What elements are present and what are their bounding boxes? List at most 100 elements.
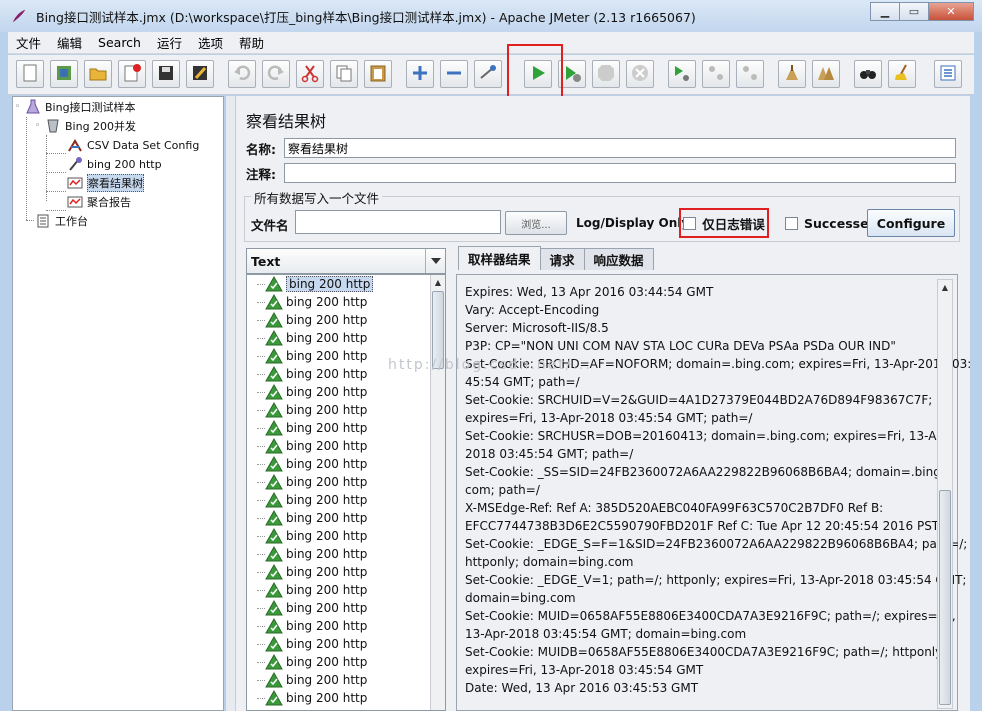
paste-button[interactable] <box>364 60 392 88</box>
result-item-label: bing 200 http <box>286 349 368 363</box>
redo-button[interactable] <box>262 60 290 88</box>
result-item[interactable]: bing 200 http <box>257 617 367 635</box>
stop-button[interactable] <box>592 60 620 88</box>
result-item[interactable]: bing 200 http <box>257 383 367 401</box>
sample-results-list[interactable]: bing 200 http bing 200 http bing 200 http b… <box>246 274 446 711</box>
close-file-button[interactable] <box>118 60 146 88</box>
menu-options[interactable]: 选项 <box>190 33 231 52</box>
result-item[interactable]: bing 200 http <box>257 545 367 563</box>
chevron-down-icon[interactable] <box>425 249 445 273</box>
result-item[interactable]: bing 200 http <box>257 455 367 473</box>
result-item[interactable]: bing 200 http <box>257 329 367 347</box>
errors-only-checkbox[interactable] <box>683 216 697 230</box>
browse-button[interactable]: 浏览... <box>505 211 567 235</box>
function-helper-button[interactable] <box>934 60 962 88</box>
scroll-up-icon[interactable]: ▲ <box>938 280 952 294</box>
pane-splitter[interactable] <box>225 96 235 711</box>
result-item[interactable]: bing 200 http <box>257 311 367 329</box>
close-button[interactable]: ✕ <box>928 2 974 21</box>
tab-request[interactable]: 请求 <box>539 248 585 270</box>
tree-node-view-results-tree[interactable]: 察看结果树 <box>67 174 144 192</box>
scroll-thumb[interactable] <box>939 490 951 705</box>
save-as-button[interactable] <box>186 60 214 88</box>
menu-help[interactable]: 帮助 <box>231 33 272 52</box>
tree-expand-icon[interactable]: ◦ <box>35 121 45 131</box>
result-item[interactable]: bing 200 http <box>257 563 367 581</box>
response-line: Set-Cookie: SRCHUSR=DOB=20160413; domain… <box>465 429 953 443</box>
tree-node-label: 察看结果树 <box>87 174 144 192</box>
configure-button[interactable]: Configure <box>867 209 955 237</box>
cut-button[interactable] <box>296 60 324 88</box>
tree-node-test-plan[interactable]: ◦ Bing接口测试样本 <box>15 98 136 116</box>
tree-node-http-sampler[interactable]: bing 200 http <box>67 155 162 173</box>
successes-checkbox[interactable] <box>785 217 798 230</box>
thread-group-icon <box>45 118 61 134</box>
comment-row: 注释: <box>246 163 956 183</box>
shutdown-button[interactable] <box>626 60 654 88</box>
result-item[interactable]: bing 200 http <box>257 509 367 527</box>
sampler-result-pane: Expires: Wed, 13 Apr 2016 03:44:54 GMT Va… <box>456 274 971 711</box>
result-item[interactable]: bing 200 http <box>257 653 367 671</box>
response-line: Vary: Accept-Encoding <box>465 303 600 317</box>
tree-node-csv-config[interactable]: CSV Data Set Config <box>67 136 199 154</box>
maximize-button[interactable]: ▭ <box>899 2 929 21</box>
results-list-scrollbar[interactable]: ▲ <box>430 275 445 710</box>
minimize-button[interactable]: ▁ <box>870 2 900 21</box>
result-item[interactable]: bing 200 http <box>257 689 367 707</box>
clear-all-icon <box>816 63 836 86</box>
remote-shutdown-button[interactable] <box>736 60 764 88</box>
toggle-button[interactable] <box>474 60 502 88</box>
test-plan-tree[interactable]: ◦ Bing接口测试样本 ◦ Bing 200并发 CSV Data Set C… <box>12 96 224 711</box>
result-item[interactable]: bing 200 http <box>257 437 367 455</box>
menu-edit[interactable]: 编辑 <box>49 33 90 52</box>
success-triangle-icon <box>265 419 283 436</box>
menu-run[interactable]: 运行 <box>149 33 190 52</box>
remote-stop-button[interactable] <box>702 60 730 88</box>
response-scrollbar[interactable]: ▲ <box>937 279 953 709</box>
result-item[interactable]: bing 200 http <box>257 401 367 419</box>
tree-node-aggregate-report[interactable]: 聚合报告 <box>67 193 131 211</box>
result-item[interactable]: bing 200 http <box>257 293 367 311</box>
templates-button[interactable] <box>50 60 78 88</box>
sampler-icon <box>67 156 83 172</box>
filename-input[interactable] <box>295 210 501 234</box>
result-item[interactable]: bing 200 http <box>257 419 367 437</box>
copy-button[interactable] <box>330 60 358 88</box>
result-item[interactable]: bing 200 http <box>257 473 367 491</box>
result-item[interactable]: bing 200 http <box>257 581 367 599</box>
open-button[interactable] <box>84 60 112 88</box>
result-item[interactable]: bing 200 http <box>257 491 367 509</box>
undo-button[interactable] <box>228 60 256 88</box>
result-item[interactable]: bing 200 http <box>257 671 367 689</box>
new-button[interactable] <box>16 60 44 88</box>
tab-sampler-result[interactable]: 取样器结果 <box>458 246 541 270</box>
tree-node-thread-group[interactable]: ◦ Bing 200并发 <box>35 117 136 135</box>
result-item[interactable]: bing 200 http <box>257 527 367 545</box>
result-item[interactable]: bing 200 http <box>257 635 367 653</box>
result-item[interactable]: bing 200 http <box>257 347 368 365</box>
result-item[interactable]: bing 200 http <box>257 599 367 617</box>
comment-input[interactable] <box>284 163 956 183</box>
renderer-select[interactable]: Text <box>246 248 446 274</box>
stop-icon <box>596 63 616 86</box>
search-button[interactable] <box>854 60 882 88</box>
save-button[interactable] <box>152 60 180 88</box>
clear-button[interactable] <box>778 60 806 88</box>
expand-button[interactable] <box>406 60 434 88</box>
remote-stop-icon <box>706 63 726 86</box>
remote-start-button[interactable] <box>668 60 696 88</box>
clear-all-button[interactable] <box>812 60 840 88</box>
result-item[interactable]: bing 200 http <box>257 275 374 293</box>
result-item[interactable]: bing 200 http <box>257 365 367 383</box>
tab-response-data[interactable]: 响应数据 <box>583 248 654 270</box>
tree-expand-icon[interactable]: ◦ <box>15 102 25 112</box>
name-input[interactable] <box>284 138 956 158</box>
broom-icon <box>892 63 912 86</box>
reset-search-button[interactable] <box>888 60 916 88</box>
menu-search[interactable]: Search <box>90 35 149 50</box>
scroll-up-icon[interactable]: ▲ <box>431 275 445 289</box>
collapse-button[interactable] <box>440 60 468 88</box>
tree-node-workbench[interactable]: 工作台 <box>35 212 88 230</box>
menu-file[interactable]: 文件 <box>8 33 49 52</box>
success-triangle-icon <box>265 275 283 292</box>
